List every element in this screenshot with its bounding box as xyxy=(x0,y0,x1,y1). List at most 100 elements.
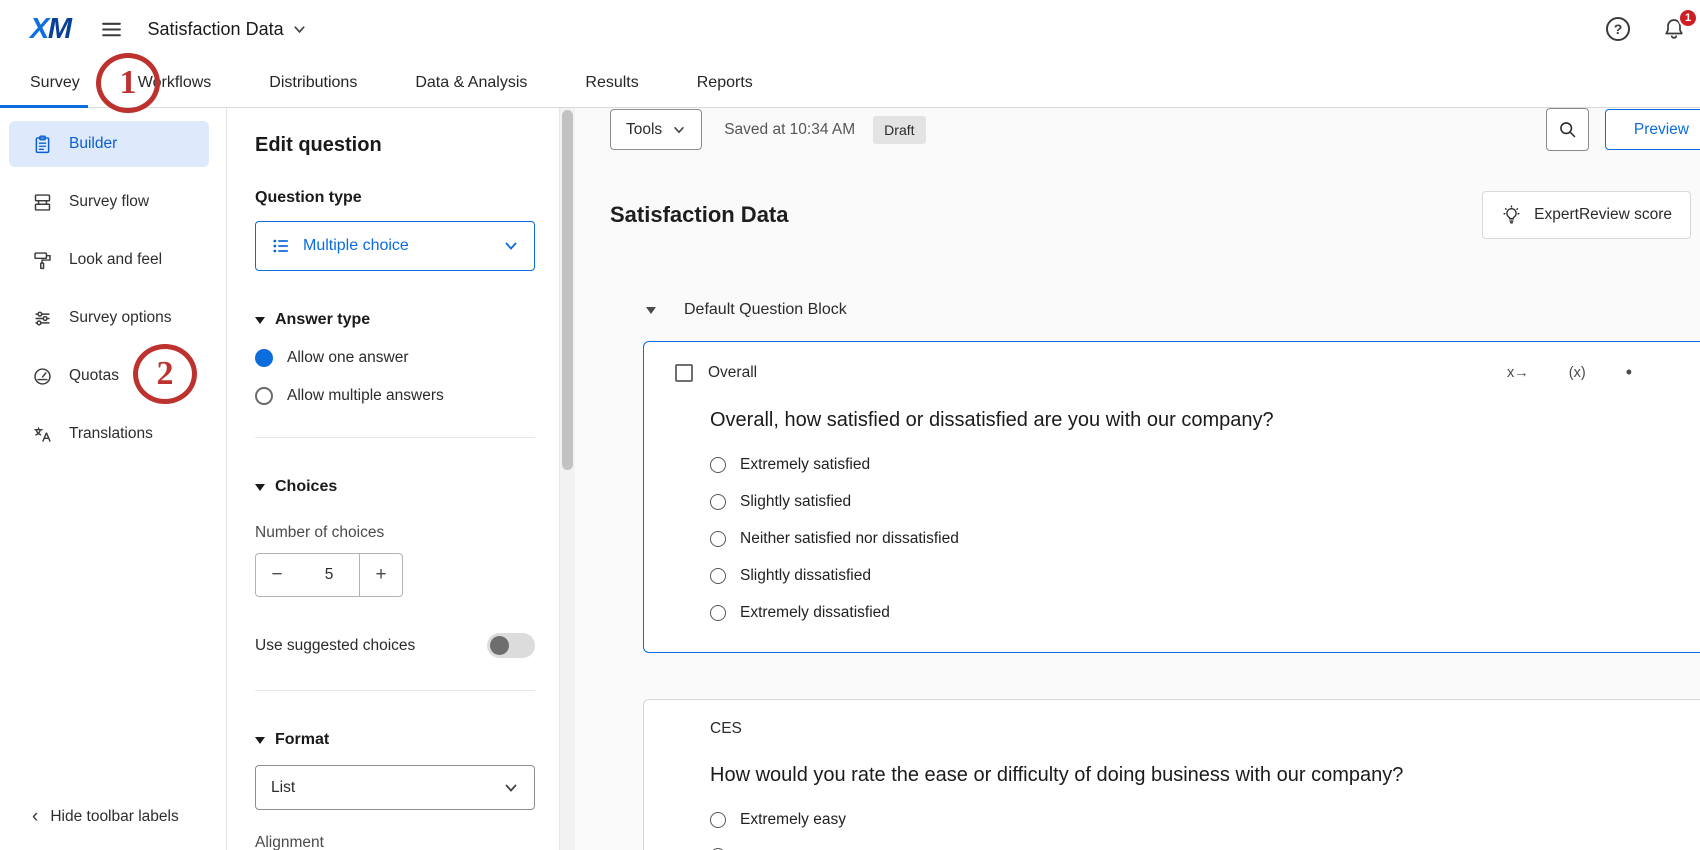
sidebar-item-builder[interactable]: Builder xyxy=(9,121,209,167)
notification-badge: 1 xyxy=(1678,8,1698,28)
radio-unselected-icon xyxy=(710,531,726,547)
tab-label: Data & Analysis xyxy=(415,74,527,92)
panel-scrollbar[interactable] xyxy=(559,108,575,850)
question-card-ces[interactable]: CES How would you rate the ease or diffi… xyxy=(643,699,1700,850)
exclude-icon[interactable]: (x) xyxy=(1569,365,1586,381)
question-text[interactable]: Overall, how satisfied or dissatisfied a… xyxy=(710,409,1682,432)
flow-icon xyxy=(32,192,53,213)
allow-one-answer-option[interactable]: Allow one answer xyxy=(255,349,535,367)
question-card-header: CES xyxy=(675,720,1682,738)
choices-count-value: 5 xyxy=(298,553,360,597)
question-checkbox[interactable] xyxy=(675,364,693,382)
choice-option[interactable]: Extremely dissatisfied xyxy=(710,604,1682,622)
preview-button[interactable]: Preview xyxy=(1605,109,1700,150)
chevron-down-icon xyxy=(672,123,686,137)
question-type-dropdown[interactable]: Multiple choice xyxy=(255,221,535,271)
divider xyxy=(255,437,535,438)
radio-option-label: Allow one answer xyxy=(287,349,408,367)
more-actions-icon[interactable]: • xyxy=(1626,362,1632,383)
gauge-icon xyxy=(32,366,53,387)
use-suggested-choices-label: Use suggested choices xyxy=(255,637,415,655)
question-type-label: Question type xyxy=(255,189,535,207)
annotation-number: 1 xyxy=(120,64,137,102)
suggested-choices-toggle[interactable] xyxy=(487,633,535,658)
project-title: Satisfaction Data xyxy=(148,19,284,40)
choices-section-header[interactable]: Choices xyxy=(255,478,535,496)
hamburger-menu-icon[interactable] xyxy=(99,17,124,42)
radio-option-label: Allow multiple answers xyxy=(287,387,444,405)
answer-type-label: Answer type xyxy=(275,311,370,329)
caret-down-icon xyxy=(255,737,265,744)
choice-label: Slightly dissatisfied xyxy=(740,567,871,585)
choice-option[interactable]: Extremely easy xyxy=(710,811,1682,829)
increase-choices-button[interactable]: + xyxy=(359,553,403,597)
xm-logo: XM xyxy=(30,13,71,46)
tab-distributions[interactable]: Distributions xyxy=(269,58,357,107)
format-dropdown[interactable]: List xyxy=(255,765,535,810)
sliders-icon xyxy=(32,308,53,329)
sidebar-item-survey-options[interactable]: Survey options xyxy=(0,295,226,341)
chevron-down-icon xyxy=(503,238,519,254)
tab-reports[interactable]: Reports xyxy=(697,58,753,107)
question-actions: x→ (x) • xyxy=(1507,362,1632,383)
question-text[interactable]: How would you rate the ease or difficult… xyxy=(710,764,1682,787)
tab-label: Results xyxy=(585,74,638,92)
survey-canvas-area: Tools Saved at 10:34 AM Draft Preview Sa… xyxy=(575,108,1700,850)
help-icon[interactable]: ? xyxy=(1606,17,1630,41)
skip-logic-icon[interactable]: x→ xyxy=(1507,365,1529,381)
plus-icon: + xyxy=(375,564,386,586)
edit-question-panel: Edit question Question type Multiple cho… xyxy=(227,108,559,850)
main-nav-tabs: Survey Workflows Distributions Data & An… xyxy=(0,58,1700,108)
scrollbar-thumb[interactable] xyxy=(562,110,573,470)
format-section-header[interactable]: Format xyxy=(255,731,535,749)
divider xyxy=(255,690,535,691)
hide-toolbar-labels-button[interactable]: ‹ Hide toolbar labels xyxy=(32,807,179,826)
question-card-overall[interactable]: Overall x→ (x) • Overall, how satisfied … xyxy=(643,341,1700,653)
choices-count-stepper: − 5 + xyxy=(255,553,535,597)
radio-unselected-icon xyxy=(710,812,726,828)
logo-m: M xyxy=(48,13,71,45)
chevron-down-icon xyxy=(503,780,519,796)
caret-down-icon xyxy=(255,317,265,324)
sidebar-item-look-and-feel[interactable]: Look and feel xyxy=(0,237,226,283)
choice-option[interactable]: Neither satisfied nor dissatisfied xyxy=(710,530,1682,548)
search-button[interactable] xyxy=(1546,108,1589,151)
choice-option[interactable]: Slightly dissatisfied xyxy=(710,567,1682,585)
tab-survey[interactable]: Survey xyxy=(30,58,80,107)
sidebar-item-label: Quotas xyxy=(69,367,119,385)
collapse-caret-icon[interactable] xyxy=(646,307,656,314)
caret-down-icon xyxy=(255,484,265,491)
canvas-header: Satisfaction Data ExpertReview score xyxy=(610,191,1665,239)
format-label: Format xyxy=(275,731,329,749)
decrease-choices-button[interactable]: − xyxy=(255,553,299,597)
expert-review-score-button[interactable]: ExpertReview score xyxy=(1482,191,1691,239)
survey-toolbar-sidebar: Builder Survey flow Look and feel Survey… xyxy=(0,108,227,850)
tools-dropdown-button[interactable]: Tools xyxy=(610,109,702,150)
tab-results[interactable]: Results xyxy=(585,58,638,107)
saved-status-text: Saved at 10:34 AM xyxy=(724,121,855,139)
chevron-down-icon xyxy=(292,22,307,37)
translate-icon xyxy=(32,424,53,445)
clipboard-icon xyxy=(32,134,53,155)
choice-option[interactable]: Extremely satisfied xyxy=(710,456,1682,474)
project-title-dropdown[interactable]: Satisfaction Data xyxy=(148,19,307,40)
choice-option[interactable]: Slightly satisfied xyxy=(710,493,1682,511)
alignment-label: Alignment xyxy=(255,834,535,850)
tab-data-analysis[interactable]: Data & Analysis xyxy=(415,58,527,107)
question-card-header: Overall x→ (x) • xyxy=(675,362,1682,383)
annotation-circle-1: 1 xyxy=(96,53,160,113)
tools-label: Tools xyxy=(626,121,662,139)
radio-unselected-icon xyxy=(710,605,726,621)
block-title: Default Question Block xyxy=(684,301,847,319)
notifications-button[interactable]: 1 xyxy=(1662,17,1686,41)
sidebar-item-translations[interactable]: Translations xyxy=(0,411,226,457)
sidebar-item-survey-flow[interactable]: Survey flow xyxy=(0,179,226,225)
edit-question-title: Edit question xyxy=(255,134,535,157)
radio-selected-icon xyxy=(255,349,273,367)
top-bar: XM Satisfaction Data ? 1 xyxy=(0,0,1700,58)
choice-label: Extremely dissatisfied xyxy=(740,604,890,622)
toggle-knob xyxy=(490,636,509,655)
allow-multiple-answers-option[interactable]: Allow multiple answers xyxy=(255,387,535,405)
hide-toolbar-label: Hide toolbar labels xyxy=(50,808,178,826)
answer-type-section-header[interactable]: Answer type xyxy=(255,311,535,329)
